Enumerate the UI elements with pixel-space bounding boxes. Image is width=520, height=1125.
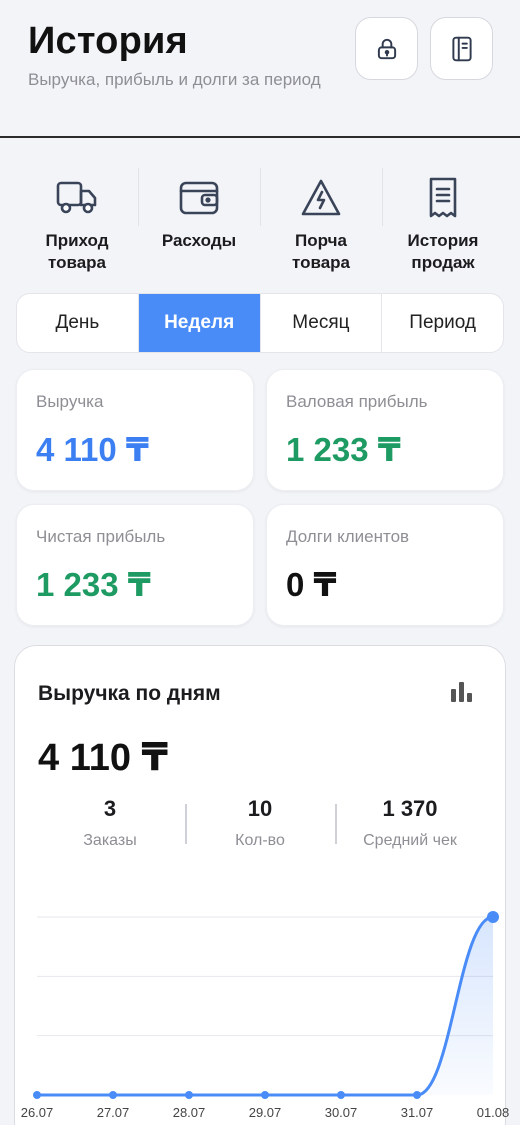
stat-value: 0 ₸	[286, 566, 337, 603]
warning-icon	[301, 179, 341, 216]
data-point	[33, 1091, 41, 1099]
kpi-label: Средний чек	[363, 832, 457, 849]
stat-label: Выручка	[36, 392, 104, 411]
kpi-average-check: 1 370 Средний чек	[335, 796, 485, 856]
tab-week[interactable]: Неделя	[137, 294, 260, 352]
action-expenses[interactable]: Расходы	[138, 160, 260, 275]
series-area	[37, 917, 493, 1095]
client-debts-card[interactable]: Долги клиентов 0 ₸	[266, 504, 504, 626]
page-subtitle: Выручка, прибыль и долги за период	[28, 70, 321, 89]
x-tick-label: 28.07	[173, 1105, 206, 1120]
series-line	[35, 915, 495, 1097]
data-point	[109, 1091, 117, 1099]
notebook-button[interactable]	[430, 17, 493, 80]
stat-value: 1 233 ₸	[36, 566, 151, 603]
kpi-value: 3	[103, 796, 117, 821]
bar-chart-icon	[451, 682, 472, 702]
receipt-icon	[429, 177, 457, 218]
lock-icon	[377, 38, 396, 59]
header: История Выручка, прибыль и долги за пери…	[0, 0, 520, 138]
kpi-value: 1 370	[382, 796, 438, 821]
data-point	[413, 1091, 421, 1099]
card-title: Выручка по дням	[38, 682, 221, 705]
stat-label: Чистая прибыль	[36, 527, 166, 546]
kpi-row: 3 Заказы 10 Кол-во 1 370 Средний чек	[35, 796, 485, 856]
net-profit-card[interactable]: Чистая прибыль 1 233 ₸	[16, 504, 254, 626]
page-title: История	[28, 20, 188, 62]
revenue-card[interactable]: Выручка 4 110 ₸	[16, 369, 254, 491]
period-tabs: День Неделя Месяц Период	[16, 293, 504, 353]
stat-value: 1 233 ₸	[286, 431, 401, 468]
data-point	[185, 1091, 193, 1099]
action-label: Приход товара	[45, 231, 109, 272]
tab-month[interactable]: Месяц	[259, 294, 382, 352]
x-tick-label: 29.07	[249, 1105, 282, 1120]
kpi-value: 10	[247, 796, 273, 821]
x-tick-label: 30.07	[325, 1105, 358, 1120]
gross-profit-card[interactable]: Валовая прибыль 1 233 ₸	[266, 369, 504, 491]
chart-toggle-button[interactable]	[449, 680, 475, 709]
action-label: Расходы	[161, 231, 237, 250]
x-tick-label: 27.07	[97, 1105, 130, 1120]
stat-label: Долги клиентов	[286, 527, 410, 546]
kpi-quantity: 10 Кол-во	[185, 796, 335, 856]
action-label: Порча товара	[291, 231, 350, 272]
action-goods-receipt[interactable]: Приход товара	[16, 160, 138, 275]
kpi-label: Кол-во	[235, 832, 285, 849]
kpi-label: Заказы	[83, 832, 137, 849]
action-sales-history[interactable]: История продаж	[382, 160, 504, 275]
stat-label: Валовая прибыль	[286, 392, 428, 411]
revenue-total: 4 110 ₸	[38, 737, 168, 779]
tab-day[interactable]: День	[17, 294, 138, 352]
lock-button[interactable]	[355, 17, 418, 80]
stat-value: 4 110 ₸	[36, 431, 149, 468]
truck-icon	[56, 181, 97, 214]
action-spoilage[interactable]: Порча товара	[260, 160, 382, 275]
x-tick-label: 26.07	[21, 1105, 54, 1120]
tab-period[interactable]: Период	[381, 294, 503, 352]
x-tick-label: 31.07	[401, 1105, 434, 1120]
quick-actions: Приход товара Расходы Порча товара Истор…	[16, 160, 504, 275]
data-point	[487, 911, 499, 923]
wallet-icon	[179, 181, 219, 215]
notebook-icon	[451, 36, 472, 61]
kpi-orders: 3 Заказы	[35, 796, 185, 856]
action-label: История продаж	[407, 231, 479, 272]
x-tick-label: 01.08	[477, 1105, 510, 1120]
revenue-chart: 26.07 27.07 28.07 29.07 30.07 31.07 01.08	[21, 911, 510, 1120]
data-point	[337, 1091, 345, 1099]
data-point	[261, 1091, 269, 1099]
